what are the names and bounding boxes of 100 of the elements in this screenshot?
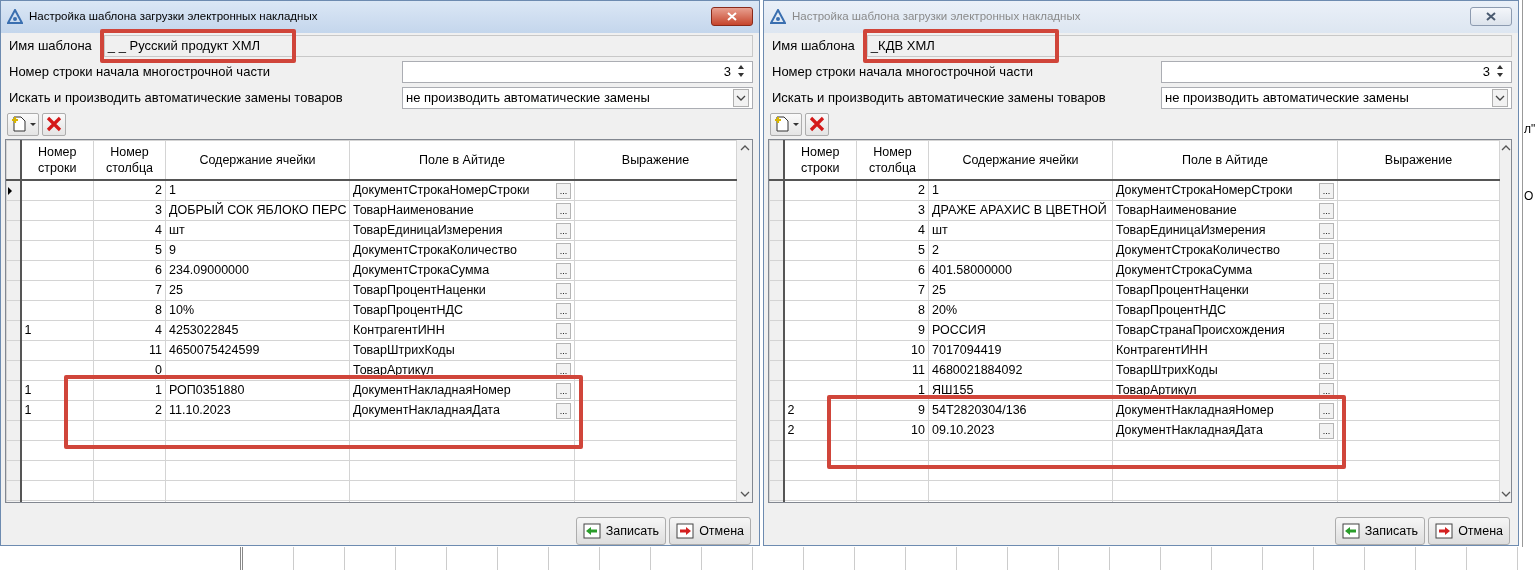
column-header: Поле в Айтиде: [1112, 140, 1338, 181]
table-cell: 1: [20, 380, 94, 401]
table-cell: 1: [20, 320, 94, 341]
table-cell: 54Т2820304/136: [928, 400, 1113, 421]
ellipsis-button[interactable]: ...: [1319, 362, 1334, 379]
number-field[interactable]: 3: [402, 60, 753, 83]
ellipsis-button[interactable]: ...: [556, 282, 571, 299]
delete-button[interactable]: [805, 112, 829, 136]
table-cell-text: ДокументСтрокаНомерСтроки: [1116, 182, 1293, 200]
table-cell-text: ТоварНаименование: [353, 202, 474, 220]
arrow-left-icon: [1341, 523, 1360, 539]
table-cell-text: ТоварЕдиницаИзмерения: [353, 222, 503, 240]
table-cell-text: ТоварПроцентНаценки: [1116, 282, 1249, 300]
table-cell: РОССИЯ: [928, 320, 1113, 341]
ellipsis-button[interactable]: ...: [1319, 222, 1334, 239]
table-cell-text: ДокументНакладнаяДата: [353, 402, 500, 420]
field-label: Имя шаблона: [772, 37, 855, 56]
ellipsis-button[interactable]: ...: [1319, 402, 1334, 419]
field-label: Имя шаблона: [9, 37, 92, 56]
number-field[interactable]: 3: [1161, 60, 1512, 83]
table-cell: 11.10.2023: [165, 400, 350, 421]
ellipsis-button[interactable]: ...: [1319, 202, 1334, 219]
add-button[interactable]: [7, 112, 39, 136]
column-header: Номер строки: [783, 140, 857, 181]
table-cell: 4253022845: [165, 320, 350, 341]
field-label: Искать и производить автоматические замены товаров: [772, 89, 1106, 108]
ellipsis-button[interactable]: ...: [556, 322, 571, 339]
table-cell: 4650075424599: [165, 340, 350, 361]
ellipsis-button[interactable]: ...: [1319, 242, 1334, 259]
table-cell: 5: [93, 240, 166, 261]
ellipsis-button[interactable]: ...: [556, 402, 571, 419]
table-cell-text: ДокументСтрокаСумма: [1116, 262, 1253, 280]
ellipsis-button[interactable]: ...: [556, 382, 571, 399]
ellipsis-button[interactable]: ...: [556, 222, 571, 239]
table-cell: ДОБРЫЙ СОК ЯБЛОКО ПЕРС: [165, 200, 350, 221]
column-header: Выражение: [574, 140, 737, 181]
ellipsis-button[interactable]: ...: [556, 302, 571, 319]
table-cell: 3: [93, 200, 166, 221]
table-cell: шт: [928, 220, 1113, 241]
cancel-button[interactable]: Отмена: [1428, 517, 1510, 545]
ellipsis-button[interactable]: ...: [1319, 262, 1334, 279]
app-icon: [7, 8, 23, 25]
ellipsis-button[interactable]: ...: [1319, 282, 1334, 299]
table-cell: 234.09000000: [165, 260, 350, 281]
table-cell-text: ДокументСтрокаНомерСтроки: [353, 182, 530, 200]
delete-button[interactable]: [42, 112, 66, 136]
new-document-icon: [10, 115, 36, 134]
table-cell-text: ТоварПроцентНаценки: [353, 282, 486, 300]
ellipsis-button[interactable]: ...: [556, 242, 571, 259]
table-cell: 10: [856, 340, 929, 361]
ellipsis-button[interactable]: ...: [1319, 182, 1334, 199]
replace-dropdown[interactable]: не производить автоматические замены: [1161, 86, 1512, 109]
table-cell: 2: [93, 180, 166, 201]
close-button[interactable]: [1470, 7, 1512, 27]
table-cell: 5: [856, 240, 929, 261]
ellipsis-button[interactable]: ...: [556, 182, 571, 199]
save-button[interactable]: Записать: [575, 517, 667, 545]
ellipsis-button[interactable]: ...: [556, 202, 571, 219]
window-title: Настройка шаблона загрузки электронных накладных: [29, 9, 319, 25]
arrow-right-icon: [1435, 523, 1454, 539]
ellipsis-button[interactable]: ...: [1319, 302, 1334, 319]
table-cell: 8: [93, 300, 166, 321]
window-title: Настройка шаблона загрузки электронных накладных: [792, 9, 1082, 25]
scroll-down-icon[interactable]: [739, 490, 750, 498]
table-cell-text: ТоварСтранаПроисхождения: [1116, 322, 1285, 340]
table-cell: РОП0351880: [165, 380, 350, 401]
ellipsis-button[interactable]: ...: [1319, 322, 1334, 339]
table-cell: 1: [856, 380, 929, 401]
table-cell-text: ТоварАртикул: [353, 362, 434, 380]
close-icon: [1486, 12, 1496, 22]
scroll-up-icon[interactable]: [739, 143, 750, 152]
name-field[interactable]: _КДВ ХМЛ: [866, 34, 1512, 57]
ellipsis-button[interactable]: ...: [556, 342, 571, 359]
table-cell: 11: [93, 340, 166, 361]
scroll-down-icon[interactable]: [1500, 490, 1511, 498]
table-cell: 4: [93, 220, 166, 241]
table-cell: 1: [928, 180, 1113, 201]
table-cell: 9: [165, 240, 350, 261]
table-cell: 7: [856, 280, 929, 301]
table-cell-text: ДокументСтрокаКоличество: [1116, 242, 1280, 260]
name-field[interactable]: _ _ Русский продукт ХМЛ: [103, 34, 753, 57]
ellipsis-button[interactable]: ...: [1319, 422, 1334, 439]
table-cell: шт: [165, 220, 350, 241]
save-button[interactable]: Записать: [1334, 517, 1426, 545]
delete-icon: [808, 115, 826, 134]
replace-dropdown[interactable]: не производить автоматические замены: [402, 86, 753, 109]
table-cell: 3: [856, 200, 929, 221]
table-cell: 6: [856, 260, 929, 281]
app-icon: [770, 8, 786, 25]
cancel-button[interactable]: Отмена: [669, 517, 751, 545]
table-cell-text: ТоварШтрихКоды: [353, 342, 455, 360]
add-button[interactable]: [770, 112, 802, 136]
ellipsis-button[interactable]: ...: [1319, 342, 1334, 359]
table-cell: 4680021884092: [928, 360, 1113, 381]
ellipsis-button[interactable]: ...: [556, 262, 571, 279]
column-header: Номер столбца: [93, 140, 166, 181]
scroll-up-icon[interactable]: [1500, 143, 1511, 152]
close-button[interactable]: [711, 7, 753, 27]
table-cell: 2: [928, 240, 1113, 261]
table-cell: 1: [93, 380, 166, 401]
